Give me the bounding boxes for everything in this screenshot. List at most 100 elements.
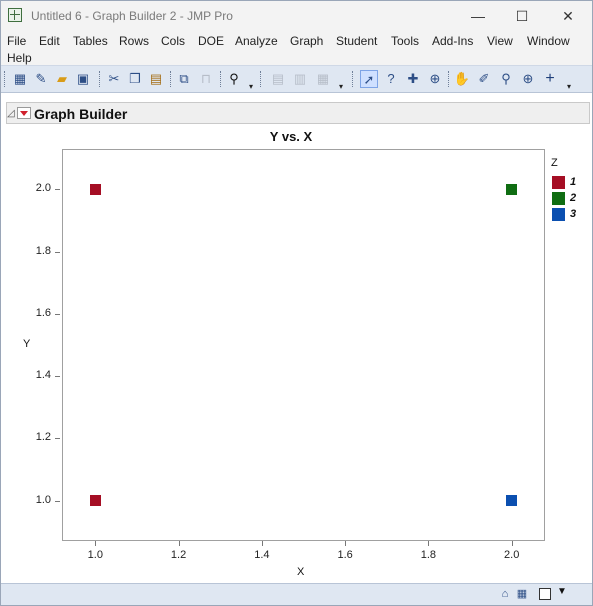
toolbar-separator <box>220 71 223 87</box>
x-tick-mark <box>428 541 430 546</box>
zoom-icon[interactable]: ⚲ <box>497 70 515 88</box>
x-tick-mark <box>261 541 263 546</box>
y-tick-mark <box>55 500 60 502</box>
x-tick-label: 1.0 <box>87 549 103 561</box>
x-tick-label: 1.2 <box>170 549 187 561</box>
x-axis-label[interactable]: X <box>297 566 304 578</box>
menu-analyze[interactable]: Analyze <box>235 34 278 48</box>
y-tick-label: 2.0 <box>35 182 51 195</box>
x-tick-mark <box>511 541 513 546</box>
cut-icon[interactable]: ✂ <box>105 70 123 88</box>
toolbar-separator <box>448 71 451 87</box>
title-bar: Untitled 6 - Graph Builder 2 - JMP Pro —… <box>1 1 592 31</box>
arrow-tool-icon[interactable]: ➚ <box>360 70 378 88</box>
legend-swatch[interactable] <box>552 192 565 205</box>
menu-file[interactable]: File <box>7 34 26 48</box>
graph-builder-outline-header[interactable]: ◿ Graph Builder <box>6 102 590 124</box>
minimize-button[interactable]: — <box>468 7 488 25</box>
crosshair-icon[interactable]: ⊕ <box>426 70 444 88</box>
toolbar-separator <box>352 71 355 87</box>
menu-cols[interactable]: Cols <box>161 34 185 48</box>
embed-icon[interactable]: ⧉ <box>175 70 193 88</box>
menu-help[interactable]: Help <box>7 51 32 65</box>
x-tick-mark <box>345 541 347 546</box>
new-data-table-icon[interactable]: ▦ <box>11 70 29 88</box>
y-axis-label[interactable]: Y <box>23 338 30 350</box>
plot-frame[interactable] <box>62 149 545 541</box>
legend-label[interactable]: 1 <box>570 176 576 188</box>
home-icon[interactable]: ⌂ <box>498 587 512 601</box>
legend-swatch[interactable] <box>552 176 565 189</box>
legend-label[interactable]: 2 <box>570 192 576 204</box>
magnifier-icon[interactable]: ⊕ <box>519 70 537 88</box>
save-icon[interactable]: ▣ <box>74 70 92 88</box>
legend-label[interactable]: 3 <box>570 208 576 220</box>
x-tick-mark <box>95 541 97 546</box>
menu-view[interactable]: View <box>487 34 513 48</box>
menu-bar: File Edit Tables Rows Cols DOE Analyze G… <box>1 31 592 65</box>
x-tick-label: 1.8 <box>420 549 437 561</box>
data-point[interactable] <box>506 495 518 507</box>
menu-edit[interactable]: Edit <box>39 34 60 48</box>
data-point[interactable] <box>89 183 101 195</box>
collapse-icon[interactable]: ◿ <box>7 108 15 119</box>
x-tick-label: 1.4 <box>254 549 270 561</box>
y-tick-mark <box>55 313 60 315</box>
chart-title: Y vs. X <box>269 129 313 144</box>
red-triangle-menu-icon[interactable] <box>17 107 31 119</box>
column-icon[interactable]: ▥ <box>291 70 309 88</box>
menu-student[interactable]: Student <box>336 34 377 48</box>
menu-window[interactable]: Window <box>527 34 570 48</box>
lasso-icon[interactable]: ✐ <box>475 70 493 88</box>
menu-add-ins[interactable]: Add-Ins <box>432 34 473 48</box>
add-rows-icon[interactable]: ▦ <box>314 70 332 88</box>
menu-graph[interactable]: Graph <box>290 34 323 48</box>
legend-swatch[interactable] <box>552 208 565 221</box>
chevron-down-icon[interactable]: ▾ <box>567 82 573 91</box>
y-tick-mark <box>55 251 60 253</box>
y-tick-label: 1.4 <box>35 369 51 382</box>
lock-icon[interactable]: ⊓ <box>197 70 215 88</box>
data-point[interactable] <box>89 495 101 507</box>
chevron-down-icon[interactable]: ▾ <box>249 82 255 91</box>
jmp-window: Untitled 6 - Graph Builder 2 - JMP Pro —… <box>0 0 593 606</box>
hand-icon[interactable]: ✋ <box>453 70 471 88</box>
dropdown-arrow-icon[interactable]: ▼ <box>557 586 567 597</box>
y-tick-mark <box>55 438 60 440</box>
x-tick-label: 1.6 <box>337 549 353 561</box>
search-icon[interactable]: ⚲ <box>225 70 243 88</box>
y-tick-label: 1.0 <box>35 493 51 506</box>
copy-icon[interactable]: ❐ <box>126 70 144 88</box>
toolbar-grip[interactable] <box>4 71 7 87</box>
close-button[interactable]: ✕ <box>558 7 578 25</box>
menu-doe[interactable]: DOE <box>198 34 224 48</box>
open-icon[interactable]: ▰ <box>53 70 71 88</box>
jmp-app-icon <box>8 8 22 22</box>
y-tick-mark <box>55 189 60 191</box>
help-tool-icon[interactable]: ? <box>382 70 400 88</box>
status-bar: ⌂ ▦ ▼ <box>1 583 592 605</box>
x-tick-mark <box>178 541 180 546</box>
maximize-button[interactable]: ☐ <box>512 7 532 25</box>
new-script-icon[interactable]: ✎ <box>32 70 50 88</box>
brush-icon[interactable]: ✚ <box>404 70 422 88</box>
checkbox-icon[interactable] <box>539 588 551 600</box>
toolbar-separator <box>260 71 263 87</box>
toolbar-separator <box>170 71 173 87</box>
legend-title[interactable]: Z <box>551 157 558 169</box>
menu-rows[interactable]: Rows <box>119 34 149 48</box>
plus-icon[interactable]: + <box>541 70 559 88</box>
main-toolbar: ▦ ✎ ▰ ▣ ✂ ❐ ▤ ⧉ ⊓ ⚲ ▾ ▤ ▥ ▦ ▾ ➚ ? ✚ ⊕ ✋ … <box>1 65 592 93</box>
table-icon[interactable]: ▦ <box>515 587 529 601</box>
y-tick-label: 1.8 <box>35 244 51 257</box>
menu-tools[interactable]: Tools <box>391 34 419 48</box>
chevron-down-icon[interactable]: ▾ <box>339 82 345 91</box>
paste-icon[interactable]: ▤ <box>147 70 165 88</box>
menu-tables[interactable]: Tables <box>73 34 108 48</box>
data-point[interactable] <box>506 183 518 195</box>
y-tick-label: 1.2 <box>35 431 51 444</box>
table-view-icon[interactable]: ▤ <box>269 70 287 88</box>
y-tick-mark <box>55 376 60 378</box>
toolbar-separator <box>99 71 102 87</box>
window-title: Untitled 6 - Graph Builder 2 - JMP Pro <box>31 9 233 23</box>
